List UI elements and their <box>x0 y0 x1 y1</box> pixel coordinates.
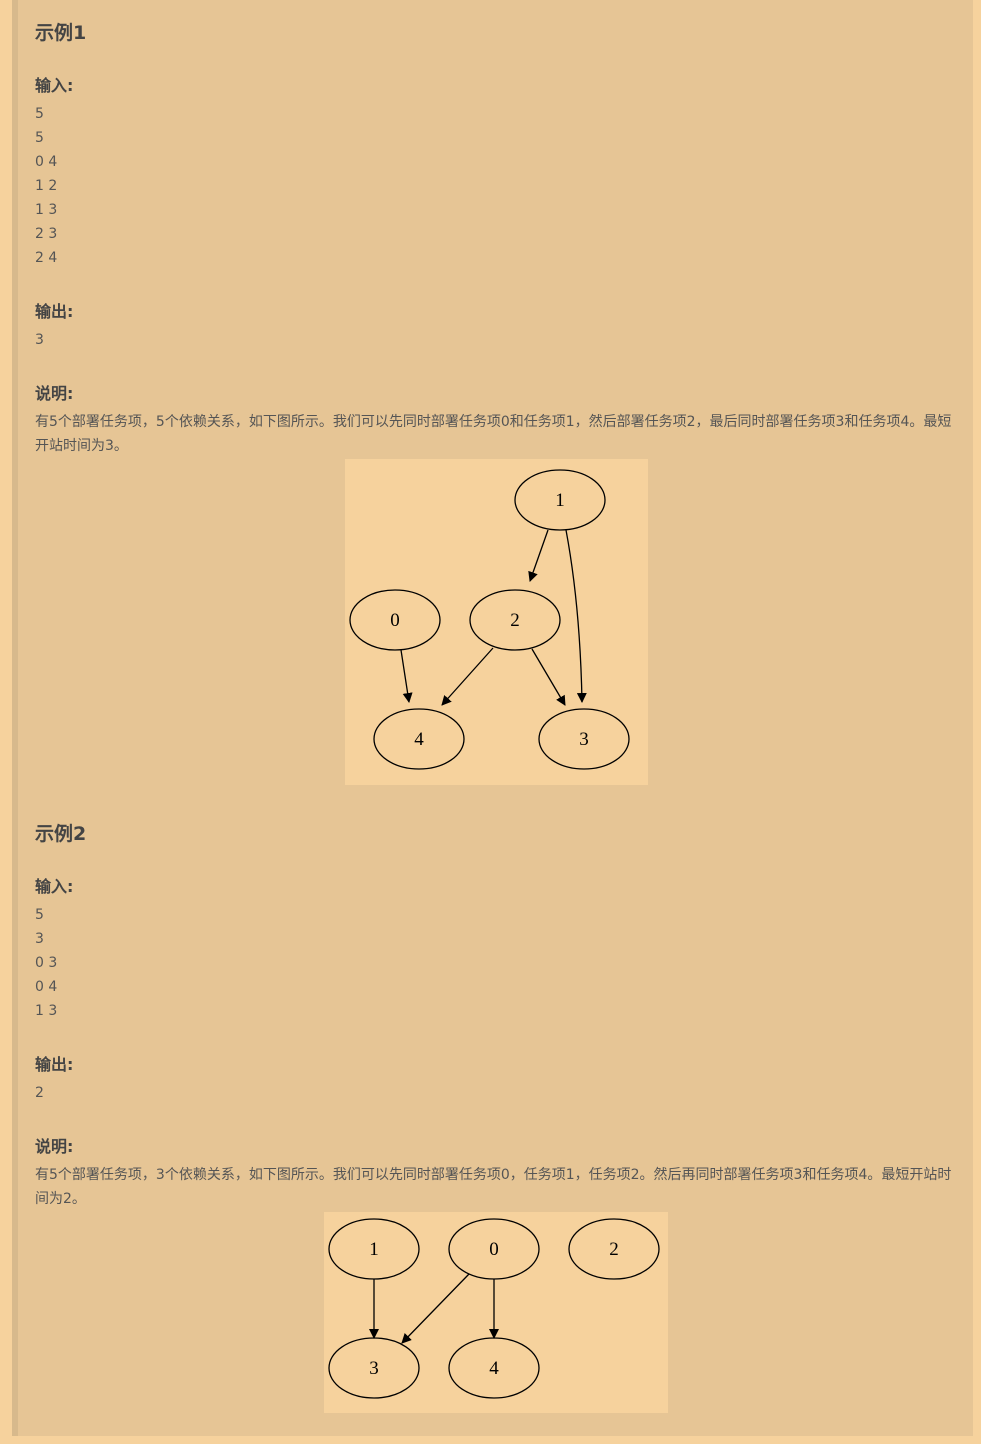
edge-1-2 <box>528 529 549 582</box>
graph-node-2: 2 <box>568 1218 660 1280</box>
example-2-explanation: 有5个部署任务项，3个依赖关系，如下图所示。我们可以先同时部署任务项0，任务项1… <box>35 1167 952 1207</box>
example-2-title: 示例2 <box>35 823 87 845</box>
graph-node-0: 0 <box>349 589 441 651</box>
input-line: 0 4 <box>35 154 58 170</box>
node-label: 1 <box>369 1239 379 1260</box>
edge-1-3 <box>565 529 587 703</box>
edge-2-4 <box>441 647 494 706</box>
graph-svg: 1 0 2 3 4 <box>328 1218 660 1399</box>
graph-node-4: 4 <box>373 708 465 770</box>
graph-node-1: 1 <box>514 469 606 531</box>
input-line: 1 3 <box>35 1003 58 1019</box>
node-label: 4 <box>489 1358 499 1379</box>
graph-node-2: 2 <box>469 589 561 651</box>
output-line: 2 <box>35 1085 44 1101</box>
example-2-dependency-graph: 1 0 2 3 4 <box>324 1212 668 1413</box>
edge-0-3 <box>401 1273 470 1344</box>
example-1-input-lines: 5 5 0 4 1 2 1 3 2 3 2 4 <box>35 102 57 270</box>
example-1-title: 示例1 <box>35 22 87 44</box>
input-line: 2 4 <box>35 250 58 266</box>
example-1-output-lines: 3 <box>35 328 44 352</box>
example-2-output-lines: 2 <box>35 1081 44 1105</box>
node-label: 2 <box>609 1239 619 1260</box>
input-line: 3 <box>35 931 44 947</box>
input-line: 5 <box>35 907 44 923</box>
edge-0-4 <box>400 649 413 703</box>
input-line: 1 2 <box>35 178 58 194</box>
example-1-input-label: 输入: <box>35 76 74 95</box>
example-2-explain-label: 说明: <box>35 1137 74 1156</box>
example-1-output-label: 输出: <box>35 302 74 321</box>
input-line: 2 3 <box>35 226 58 242</box>
node-label: 3 <box>369 1358 379 1379</box>
example-2-input-label: 输入: <box>35 877 74 896</box>
output-line: 3 <box>35 332 44 348</box>
example-2-input-lines: 5 3 0 3 0 4 1 3 <box>35 903 57 1023</box>
edge-2-3 <box>531 648 566 706</box>
input-line: 0 4 <box>35 979 58 995</box>
example-1-explain-label: 说明: <box>35 384 74 403</box>
document-frame: 示例1 输入: 5 5 0 4 1 2 1 3 2 3 2 4 输出: 3 说明… <box>12 0 973 1436</box>
input-line: 1 3 <box>35 202 58 218</box>
node-label: 3 <box>579 729 589 750</box>
input-line: 5 <box>35 130 44 146</box>
graph-node-3: 3 <box>328 1337 420 1399</box>
node-label: 0 <box>390 610 400 631</box>
node-label: 1 <box>555 490 565 511</box>
example-1-explanation: 有5个部署任务项，5个依赖关系，如下图所示。我们可以先同时部署任务项0和任务项1… <box>35 414 952 454</box>
node-label: 4 <box>414 729 424 750</box>
graph-node-1: 1 <box>328 1218 420 1280</box>
node-label: 0 <box>489 1239 499 1260</box>
input-line: 5 <box>35 106 44 122</box>
graph-svg: 1 0 2 4 3 <box>349 469 630 770</box>
input-line: 0 3 <box>35 955 58 971</box>
graph-node-3: 3 <box>538 708 630 770</box>
node-label: 2 <box>510 610 520 631</box>
graph-node-0: 0 <box>448 1218 540 1280</box>
example-2-output-label: 输出: <box>35 1055 74 1074</box>
graph-node-4: 4 <box>448 1337 540 1399</box>
example-1-dependency-graph: 1 0 2 4 3 <box>345 459 648 785</box>
